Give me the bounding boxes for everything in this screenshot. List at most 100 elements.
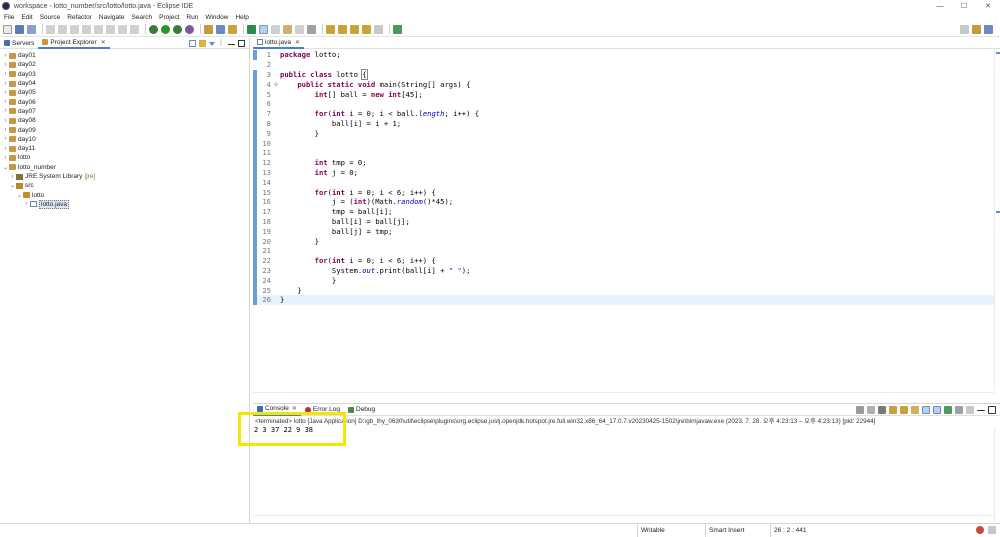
chevron-right-icon[interactable]: › bbox=[9, 174, 16, 180]
code-line[interactable]: 15 for(int i = 0; i < 6; i++) { bbox=[253, 187, 994, 197]
code-line[interactable]: 25 } bbox=[253, 285, 994, 295]
new-icon[interactable] bbox=[3, 24, 12, 34]
tree-item[interactable]: ⌄ lotto bbox=[0, 190, 249, 199]
tree-item[interactable]: › day09 bbox=[0, 125, 249, 134]
last-edit-location-icon[interactable] bbox=[350, 24, 359, 34]
tree-item[interactable]: › lotto.java bbox=[0, 199, 249, 209]
link-with-editor-icon[interactable] bbox=[199, 40, 206, 47]
code-line[interactable]: 6 bbox=[253, 98, 994, 109]
external-tools-icon[interactable] bbox=[185, 24, 194, 34]
chevron-right-icon[interactable]: › bbox=[2, 108, 9, 114]
chevron-down-icon[interactable]: ⌄ bbox=[2, 164, 9, 171]
code-line[interactable]: 17 tmp = ball[i]; bbox=[253, 206, 994, 217]
chevron-right-icon[interactable]: › bbox=[2, 53, 9, 59]
progress-icon[interactable] bbox=[988, 526, 996, 534]
code-line[interactable]: 12 int tmp = 0; bbox=[253, 157, 994, 168]
tree-item[interactable]: › day08 bbox=[0, 116, 249, 125]
cursor-position-status[interactable]: 26 : 2 : 441 bbox=[770, 524, 828, 537]
code-line[interactable]: 4 ⊖ public static void main(String[] args… bbox=[253, 79, 994, 90]
save-icon[interactable] bbox=[15, 24, 24, 34]
code-line[interactable]: 21 bbox=[253, 245, 994, 256]
minimize-view-icon[interactable] bbox=[228, 40, 235, 45]
tree-item[interactable]: › lotto bbox=[0, 153, 249, 162]
tree-item[interactable]: › day05 bbox=[0, 88, 249, 97]
disconnect-icon[interactable] bbox=[94, 24, 103, 34]
code-line[interactable]: 16 j = (int)(Math.random()*45); bbox=[253, 196, 994, 207]
notification-icon[interactable] bbox=[976, 526, 984, 534]
tree-item[interactable]: › day11 bbox=[0, 144, 249, 153]
open-perspective-icon[interactable] bbox=[960, 25, 969, 34]
code-line[interactable]: 18 ball[i] = ball[j]; bbox=[253, 216, 994, 227]
maximize-view-icon[interactable] bbox=[988, 406, 996, 414]
minimize-view-icon[interactable] bbox=[977, 406, 985, 411]
resume-icon[interactable] bbox=[58, 24, 67, 34]
menu-search[interactable]: Search bbox=[132, 14, 153, 21]
view-menu-icon[interactable]: ⋮ bbox=[218, 40, 225, 47]
clear-console-icon[interactable] bbox=[889, 406, 897, 414]
pin-console-icon[interactable] bbox=[944, 406, 952, 414]
code-area[interactable]: 1 package lotto; 2 3 public class lotto {4 ⊖ … bbox=[253, 50, 994, 390]
code-line[interactable]: 2 bbox=[253, 60, 994, 70]
chevron-right-icon[interactable]: › bbox=[2, 71, 9, 77]
close-button[interactable]: ✕ bbox=[976, 0, 1000, 12]
overview-marker[interactable] bbox=[996, 52, 1000, 54]
code-line[interactable]: 22 for(int i = 0; i < 6; i++) { bbox=[253, 255, 994, 266]
debug-icon[interactable] bbox=[149, 24, 158, 34]
pin-editor-icon[interactable] bbox=[393, 24, 402, 34]
tab-lotto-java[interactable]: lotto.java ✕ bbox=[253, 38, 305, 49]
remove-launch-icon[interactable] bbox=[867, 406, 875, 414]
code-line[interactable]: 23 System.out.print(ball[i] + " "); bbox=[253, 265, 994, 276]
show-on-stdout-icon[interactable] bbox=[922, 406, 930, 414]
terminate-icon[interactable] bbox=[82, 24, 91, 34]
toggle-block-selection-icon[interactable] bbox=[271, 24, 280, 34]
search-icon[interactable] bbox=[247, 24, 256, 34]
tree-item[interactable]: › JRE System Library [jre] bbox=[0, 172, 249, 181]
console-vertical-scrollbar[interactable] bbox=[994, 428, 1000, 524]
show-on-stderr-icon[interactable] bbox=[933, 406, 941, 414]
code-line[interactable]: 13 int j = 0; bbox=[253, 167, 994, 178]
code-line[interactable]: 7 for(int i = 0; i < ball.length; i++) { bbox=[253, 108, 994, 119]
chevron-right-icon[interactable]: › bbox=[2, 90, 9, 96]
code-line[interactable]: 11 bbox=[253, 147, 994, 158]
menu-project[interactable]: Project bbox=[159, 14, 179, 21]
menu-file[interactable]: File bbox=[4, 14, 14, 21]
chevron-down-icon[interactable]: ⌄ bbox=[16, 192, 23, 199]
toggle-mark-occurrences-icon[interactable] bbox=[259, 24, 268, 34]
code-line[interactable]: 3 public class lotto { bbox=[253, 68, 994, 80]
tree-item[interactable]: › day03 bbox=[0, 70, 249, 79]
back-icon[interactable] bbox=[362, 24, 371, 34]
coverage-icon[interactable] bbox=[173, 24, 182, 34]
tree-item[interactable]: ⌄ lotto_number bbox=[0, 163, 249, 172]
close-icon[interactable]: ✕ bbox=[292, 405, 297, 412]
chevron-right-icon[interactable]: › bbox=[2, 81, 9, 87]
previous-annotation-icon[interactable] bbox=[338, 24, 347, 34]
menu-window[interactable]: Window bbox=[205, 14, 228, 21]
chevron-right-icon[interactable]: › bbox=[23, 201, 30, 207]
word-wrap-icon[interactable] bbox=[911, 406, 919, 414]
new-java-project-icon[interactable] bbox=[216, 24, 225, 34]
tree-item[interactable]: › day10 bbox=[0, 135, 249, 144]
filter-icon[interactable] bbox=[209, 42, 215, 46]
close-icon[interactable]: ✕ bbox=[295, 39, 300, 46]
console-output[interactable]: 2 3 37 22 9 38 bbox=[253, 425, 1000, 435]
tree-item[interactable]: ⌄ src bbox=[0, 181, 249, 190]
tree-item[interactable]: › day01 bbox=[0, 51, 249, 60]
chevron-right-icon[interactable]: › bbox=[2, 127, 9, 133]
tree-item[interactable]: › day04 bbox=[0, 79, 249, 88]
chevron-down-icon[interactable]: ⌄ bbox=[9, 182, 16, 189]
tab-debug[interactable]: Debug bbox=[344, 404, 379, 416]
maximize-button[interactable]: ☐ bbox=[952, 0, 976, 12]
menu-run[interactable]: Run bbox=[186, 14, 198, 21]
skip-breakpoints-icon[interactable] bbox=[46, 24, 55, 34]
menu-edit[interactable]: Edit bbox=[21, 14, 32, 21]
forward-icon[interactable] bbox=[374, 24, 383, 34]
close-icon[interactable]: ✕ bbox=[101, 39, 106, 46]
code-line[interactable]: 9 } bbox=[253, 128, 994, 139]
code-line[interactable]: 20 } bbox=[253, 236, 994, 246]
code-line[interactable]: 19 ball[j] = tmp; bbox=[253, 226, 994, 237]
tree-item[interactable]: › day06 bbox=[0, 97, 249, 106]
minimize-button[interactable]: — bbox=[928, 0, 952, 12]
code-line[interactable]: 10 bbox=[253, 138, 994, 148]
run-icon[interactable] bbox=[161, 24, 170, 34]
show-whitespace-icon[interactable] bbox=[283, 24, 292, 34]
